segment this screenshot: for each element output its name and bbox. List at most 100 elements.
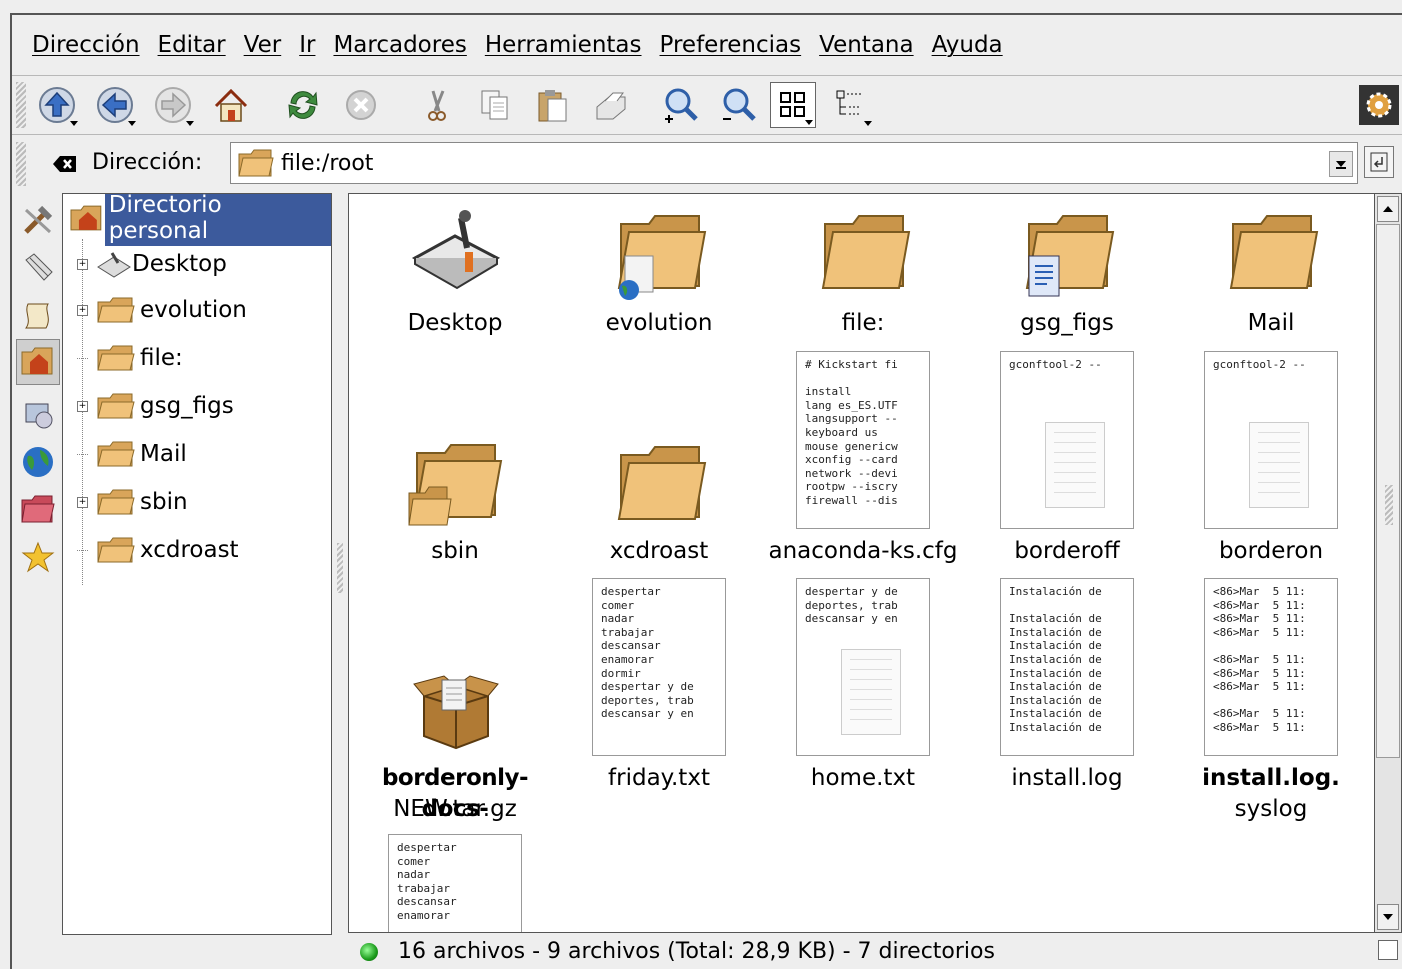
stop-button[interactable] (338, 82, 384, 128)
scroll-up-button[interactable] (1377, 196, 1399, 222)
tree-view-icon (836, 90, 861, 115)
dropdown-arrow[interactable] (70, 121, 78, 126)
menu-ventana[interactable]: Ventana (819, 32, 913, 58)
zoom-out-button[interactable] (716, 82, 762, 128)
file-item-anaconda-ks-cfg[interactable]: # Kickstart fi install lang es_ES.UTF la… (761, 349, 965, 571)
file-name: xcdroast (609, 538, 709, 564)
icon-view-button[interactable] (770, 82, 816, 128)
file-item-borderoff[interactable]: gconftool-2 -- borderoff (965, 349, 1169, 571)
file-item-partial[interactable]: despertar comer nadar trabajar descansar… (353, 834, 557, 932)
text-preview-thumbnail: despertar comer nadar trabajar descansar… (388, 834, 522, 932)
file-item-desktop[interactable]: Desktop (353, 194, 557, 344)
copy-button[interactable] (472, 82, 518, 128)
menu-direccion[interactable]: Dirección (32, 32, 140, 58)
file-item-sbin[interactable]: sbin (353, 349, 557, 571)
back-button[interactable] (92, 82, 138, 128)
tree-item-desktop[interactable]: + Desktop (77, 244, 227, 284)
zoom-in-button[interactable] (658, 82, 704, 128)
file-item-xcdroast[interactable]: xcdroast (557, 349, 761, 571)
tree-item-sbin[interactable]: + sbin (77, 482, 188, 522)
menu-ver[interactable]: Ver (244, 32, 282, 58)
tree-branch (77, 453, 88, 455)
file-name: borderoff (1014, 538, 1120, 564)
print-icon (596, 92, 626, 120)
vertical-scrollbar[interactable] (1374, 193, 1402, 933)
scroll-thumb[interactable] (1376, 224, 1400, 758)
go-button[interactable] (1364, 146, 1394, 178)
tab-history[interactable] (16, 293, 60, 339)
devices-icon (25, 403, 53, 429)
menu-ayuda[interactable]: Ayuda (932, 32, 1003, 58)
tree-item-mail[interactable]: Mail (77, 434, 187, 474)
menu-herramientas[interactable]: Herramientas (485, 32, 642, 58)
forward-button[interactable] (150, 82, 196, 128)
scroll-down-button[interactable] (1377, 904, 1399, 930)
print-button[interactable] (588, 82, 634, 128)
file-item-borderonly-docs[interactable]: borderonly-docs- NEW.tar.gz (353, 576, 557, 836)
home-button[interactable] (208, 82, 254, 128)
file-name: file: (841, 310, 885, 336)
toolbar-grip[interactable] (16, 142, 26, 186)
file-item-evolution[interactable]: evolution (557, 194, 761, 344)
location-dropdown-button[interactable] (1329, 151, 1353, 177)
tab-home[interactable] (16, 339, 60, 385)
tab-bookmarks[interactable] (16, 245, 60, 291)
expand-toggle[interactable]: + (77, 496, 88, 508)
file-item-file[interactable]: file: (761, 194, 965, 344)
cut-icon (428, 90, 446, 121)
file-item-mail[interactable]: Mail (1169, 194, 1373, 344)
tree-view-button[interactable] (828, 82, 874, 128)
tree-item-gsg-figs[interactable]: + gsg_figs (77, 386, 234, 426)
location-input[interactable]: file:/root (230, 142, 1358, 184)
tab-devices[interactable] (16, 391, 60, 437)
file-item-install-log-syslog[interactable]: <86>Mar 5 11: <86>Mar 5 11: <86>Mar 5 11… (1169, 576, 1373, 836)
konqueror-logo[interactable] (1356, 82, 1402, 128)
tab-root-folder[interactable] (16, 487, 60, 533)
file-item-gsg-figs[interactable]: gsg_figs (965, 194, 1169, 344)
tree-root[interactable]: Directorio personal (69, 194, 331, 246)
tree-branch (77, 549, 88, 551)
link-view-checkbox[interactable] (1378, 940, 1398, 960)
home-folder-icon (70, 205, 102, 231)
tree-item-label: file: (140, 345, 183, 371)
location-value: file:/root (281, 150, 374, 176)
file-name: home.txt (810, 765, 916, 791)
file-item-friday-txt[interactable]: despertar comer nadar trabajar descansar… (557, 576, 761, 798)
file-name: Mail (1247, 310, 1295, 336)
cut-button[interactable] (414, 82, 460, 128)
tree-item-file[interactable]: file: (77, 338, 183, 378)
clear-location-icon[interactable] (52, 154, 78, 174)
dropdown-arrow[interactable] (805, 120, 813, 125)
up-button[interactable] (34, 82, 80, 128)
tree-item-evolution[interactable]: + evolution (77, 290, 247, 330)
folder-doc-icon (1025, 215, 1115, 297)
tab-favorites[interactable] (16, 535, 60, 581)
preview-text: Instalación de Instalación de Instalació… (1009, 585, 1102, 734)
folder-subfolder-icon (408, 444, 503, 526)
expand-toggle[interactable]: + (77, 400, 88, 412)
menu-ir[interactable]: Ir (299, 32, 315, 58)
tab-network[interactable] (16, 439, 60, 485)
panel-splitter[interactable] (334, 193, 346, 935)
file-item-borderon[interactable]: gconftool-2 -- borderon (1169, 349, 1373, 571)
expand-toggle[interactable]: + (77, 258, 88, 270)
desktop-icon (411, 210, 501, 290)
toolbar-grip[interactable] (16, 82, 26, 128)
folder-icon (97, 441, 135, 467)
tree-item-label: gsg_figs (140, 393, 234, 419)
reload-button[interactable] (280, 82, 326, 128)
menu-preferencias[interactable]: Preferencias (660, 32, 802, 58)
dropdown-arrow[interactable] (128, 121, 136, 126)
menu-editar[interactable]: Editar (158, 32, 226, 58)
tab-services[interactable] (16, 197, 60, 243)
tree-item-xcdroast[interactable]: xcdroast (77, 530, 239, 570)
expand-toggle[interactable]: + (77, 304, 88, 316)
paste-button[interactable] (530, 82, 576, 128)
folder-icon (97, 345, 135, 371)
dropdown-arrow[interactable] (186, 121, 194, 126)
splitter-grip[interactable] (337, 543, 343, 593)
file-item-install-log[interactable]: Instalación de Instalación de Instalació… (965, 576, 1169, 798)
dropdown-arrow[interactable] (864, 121, 872, 126)
file-item-home-txt[interactable]: despertar y de deportes, trab descansar … (761, 576, 965, 798)
menu-marcadores[interactable]: Marcadores (333, 32, 466, 58)
